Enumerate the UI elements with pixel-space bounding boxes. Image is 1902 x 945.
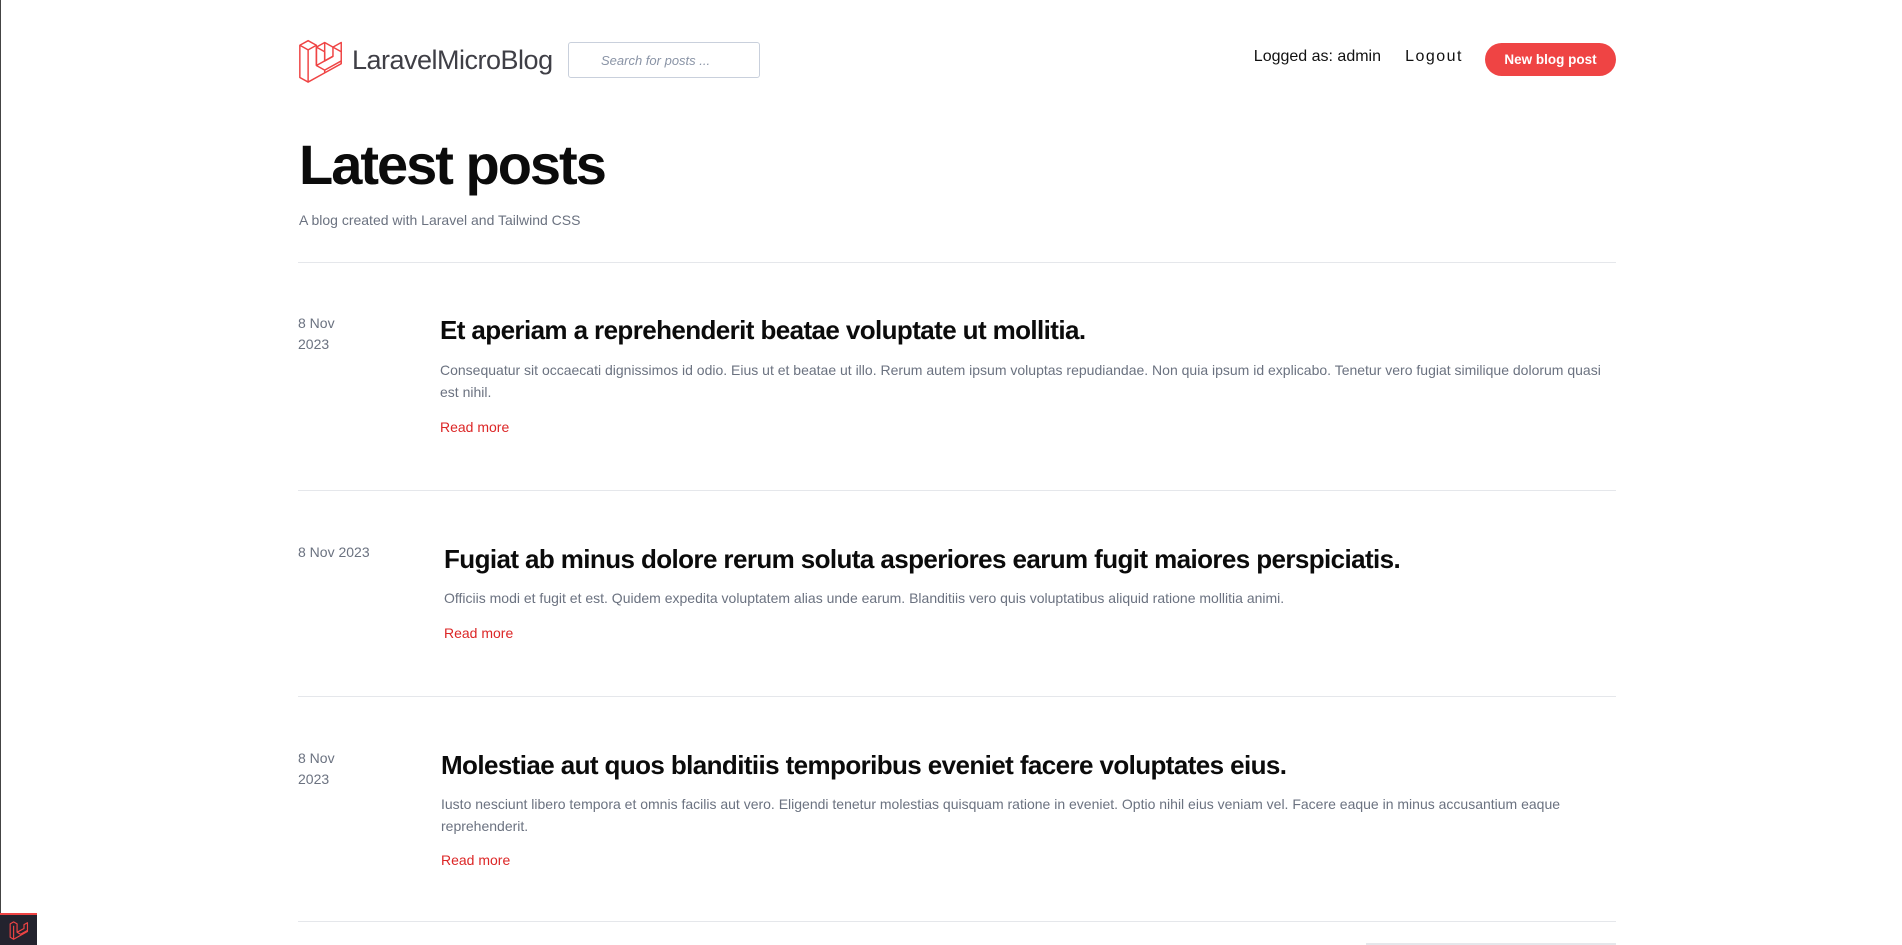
brand-link[interactable]: LaravelMicroBlog bbox=[298, 36, 553, 84]
laravel-badge-icon bbox=[9, 921, 28, 940]
logged-in-user: Logged as: admin bbox=[1253, 48, 1381, 65]
post-excerpt: Officiis modi et fugit et est. Quidem ex… bbox=[444, 590, 1285, 606]
search-input[interactable] bbox=[568, 42, 760, 78]
read-more-link[interactable]: Read more bbox=[444, 625, 513, 641]
post-date: 8 Nov 2023 bbox=[298, 544, 370, 560]
page-subtitle: A blog created with Laravel and Tailwind… bbox=[299, 212, 581, 228]
read-more-link[interactable]: Read more bbox=[441, 852, 510, 868]
divider bbox=[298, 490, 1616, 491]
post-date: 8 Nov 2023 bbox=[298, 315, 335, 352]
divider bbox=[298, 696, 1616, 697]
logout-link[interactable]: Logout bbox=[1405, 48, 1463, 66]
post-title[interactable]: Molestiae aut quos blanditiis temporibus… bbox=[441, 748, 1287, 782]
divider bbox=[298, 262, 1616, 263]
site-header: LaravelMicroBlog Logged as: admin Logout… bbox=[298, 36, 1616, 84]
page-title: Latest posts bbox=[299, 133, 607, 196]
laravel-logo-icon bbox=[299, 39, 342, 83]
window-edge bbox=[0, 0, 1, 945]
post-excerpt: Iusto nesciunt libero tempora et omnis f… bbox=[441, 796, 1561, 834]
read-more-link[interactable]: Read more bbox=[440, 419, 509, 435]
new-blog-post-button[interactable]: New blog post bbox=[1485, 43, 1616, 76]
post-title[interactable]: Fugiat ab minus dolore rerum soluta aspe… bbox=[444, 542, 1401, 576]
post-title[interactable]: Et aperiam a reprehenderit beatae volupt… bbox=[440, 313, 1086, 347]
post-date: 8 Nov 2023 bbox=[298, 750, 335, 787]
debug-toolbar-toggle[interactable] bbox=[0, 913, 37, 945]
brand-name: LaravelMicroBlog bbox=[352, 44, 553, 75]
post-excerpt: Consequatur sit occaecati dignissimos id… bbox=[440, 362, 1601, 400]
divider bbox=[298, 921, 1616, 922]
